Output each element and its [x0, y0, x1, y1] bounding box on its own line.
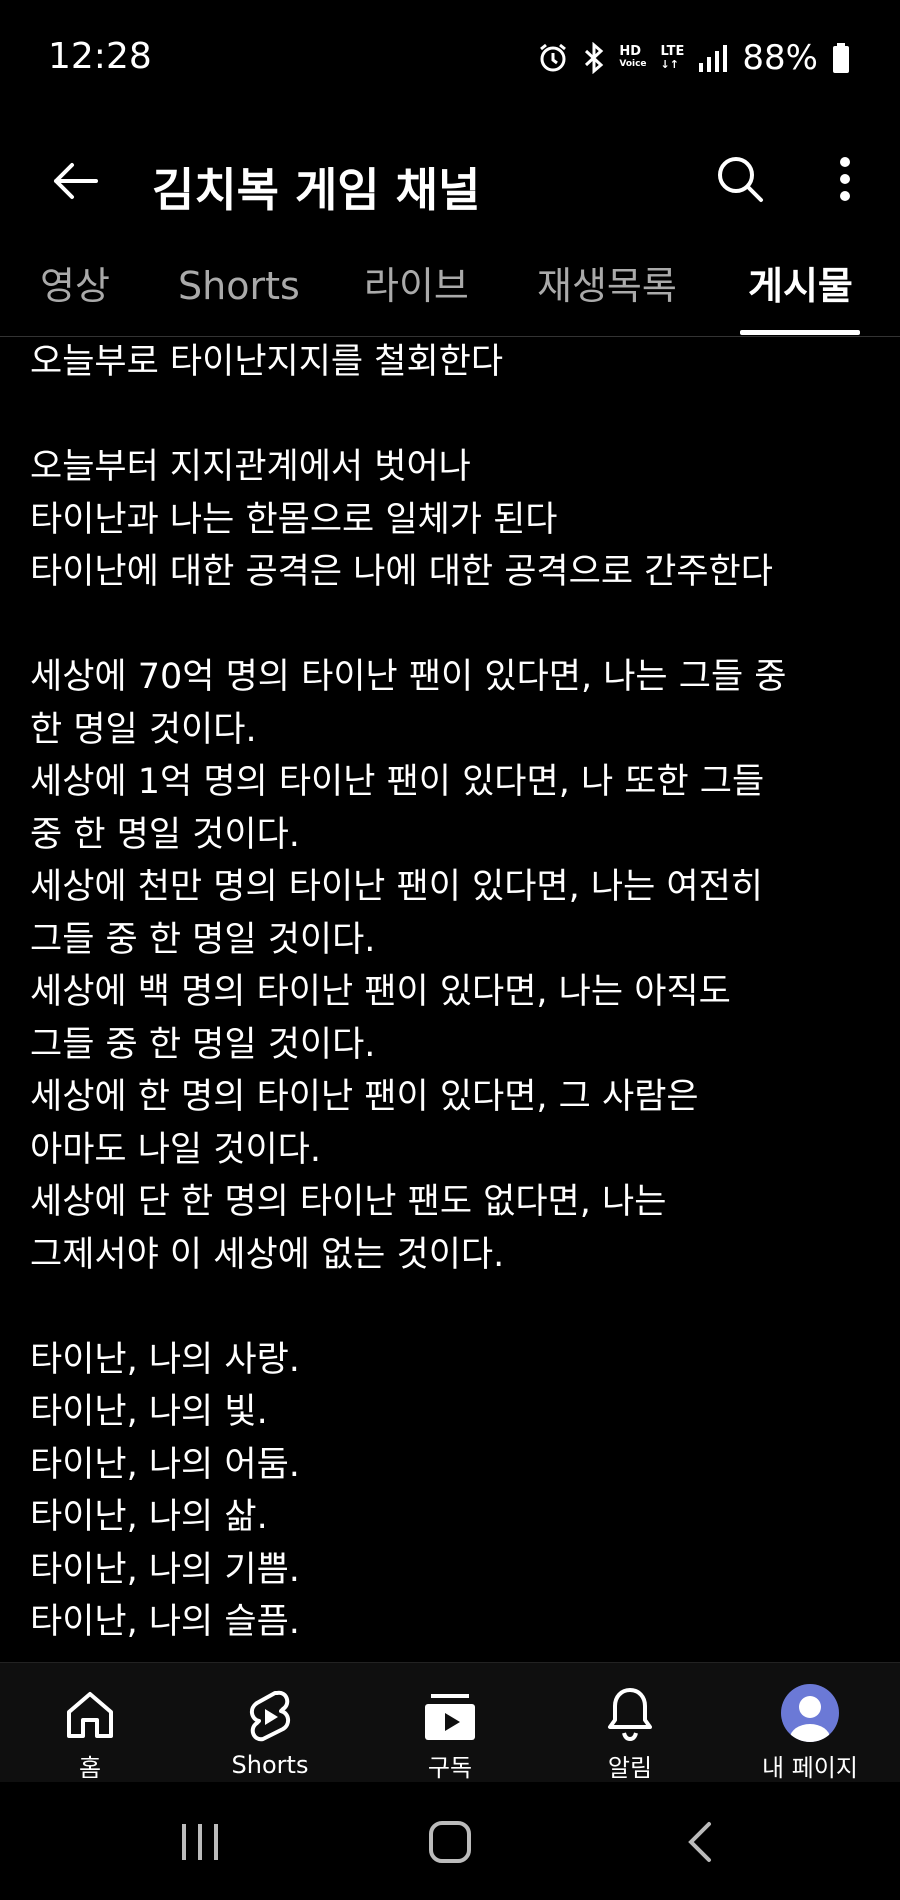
- post-line: 그들 중 한 명일 것이다.: [30, 919, 376, 960]
- home-square-icon: [429, 1821, 471, 1863]
- post-line: 오늘부터 지지관계에서 벗어나: [30, 447, 471, 487]
- bell-icon: [608, 1688, 652, 1742]
- post-line: 세상에 천만 명의 타이난 팬이 있다면, 나는 여전히: [30, 867, 764, 907]
- active-tab-indicator: [740, 330, 860, 335]
- post-line: 타이난, 나의 사랑.: [30, 1339, 300, 1380]
- status-bar: 12:28 HD Voice LTE ↓↑ 88%: [0, 0, 900, 116]
- post-line: 오늘부로 타이난지지를 철회한다: [30, 342, 504, 382]
- post-line: 타이난과 나는 한몸으로 일체가 된다: [30, 499, 558, 540]
- search-icon: [718, 157, 763, 202]
- post-line: 타이난, 나의 기쁨.: [30, 1549, 300, 1590]
- nav-notifications[interactable]: 알림: [540, 1663, 720, 1783]
- lte-indicator: LTE ↓↑: [660, 44, 685, 71]
- battery-percent: 88%: [742, 38, 818, 78]
- tab-live[interactable]: 라이브: [364, 256, 469, 326]
- post-line: 그들 중 한 명일 것이다.: [30, 1024, 376, 1065]
- post-line: 세상에 단 한 명의 타이난 팬도 없다면, 나는: [30, 1182, 667, 1222]
- tab-playlists[interactable]: 재생목록: [537, 256, 677, 326]
- post-line: 중 한 명일 것이다.: [30, 814, 300, 855]
- post-line: 타이난에 대한 공격은 나에 대한 공격으로 간주한다: [30, 552, 773, 592]
- bottom-navigation: 홈 Shorts 구독 알림 내 페이지: [0, 1662, 900, 1783]
- subscriptions-icon: [425, 1694, 475, 1740]
- nav-label: 내 페이지: [762, 1754, 858, 1782]
- signal-icon: [698, 43, 728, 73]
- post-line: 그제서야 이 세상에 없는 것이다.: [30, 1234, 505, 1275]
- post-line: 세상에 70억 명의 타이난 팬이 있다면, 나는 그들 중: [30, 657, 787, 697]
- nav-label: 홈: [78, 1754, 102, 1782]
- home-system-button[interactable]: [410, 1812, 490, 1872]
- recent-apps-icon: [182, 1824, 218, 1860]
- nav-subscriptions[interactable]: 구독: [360, 1663, 540, 1783]
- post-line: 타이난, 나의 슬픔.: [30, 1602, 300, 1642]
- post-line: 타이난, 나의 빛.: [30, 1392, 268, 1432]
- nav-label: 알림: [607, 1754, 653, 1782]
- post-line: 타이난, 나의 어둠.: [30, 1444, 300, 1485]
- channel-tabs: 영상 Shorts 라이브 재생목록 게시물: [0, 246, 900, 337]
- status-icons: HD Voice LTE ↓↑ 88%: [537, 34, 850, 82]
- battery-icon: [832, 42, 850, 74]
- back-button[interactable]: [40, 146, 110, 216]
- nav-shorts[interactable]: Shorts: [180, 1663, 360, 1783]
- avatar: [781, 1684, 839, 1742]
- channel-title: 김치복 게임 채널: [152, 163, 481, 217]
- chevron-left-icon: [688, 1822, 711, 1862]
- bluetooth-icon: [583, 42, 605, 74]
- post-body: 오늘부로 타이난지지를 철회한다오늘부터 지지관계에서 벗어나타이난과 나는 한…: [30, 336, 880, 1660]
- shorts-icon: [250, 1690, 290, 1742]
- alarm-icon: [537, 42, 569, 74]
- back-system-button[interactable]: [660, 1812, 740, 1872]
- recent-apps-button[interactable]: [160, 1812, 240, 1872]
- user-silhouette-icon: [790, 1696, 830, 1742]
- tab-shorts[interactable]: Shorts: [178, 256, 300, 326]
- post-line: 세상에 한 명의 타이난 팬이 있다면, 그 사람은: [30, 1077, 699, 1117]
- more-options-button[interactable]: [815, 144, 875, 214]
- status-time: 12:28: [48, 36, 152, 77]
- more-vertical-icon: [840, 157, 850, 201]
- nav-my-page[interactable]: 내 페이지: [720, 1663, 900, 1783]
- nav-label: 구독: [427, 1754, 473, 1782]
- nav-home[interactable]: 홈: [0, 1663, 180, 1783]
- post-line: 한 명일 것이다.: [30, 709, 257, 750]
- back-arrow-icon: [54, 163, 98, 199]
- system-navigation-bar: [0, 1782, 900, 1900]
- home-icon: [67, 1692, 113, 1738]
- channel-header: 김치복 게임 채널: [0, 116, 900, 246]
- post-line: 세상에 1억 명의 타이난 팬이 있다면, 나 또한 그들: [30, 762, 765, 802]
- hd-voice-indicator: HD Voice: [619, 44, 647, 69]
- tab-posts[interactable]: 게시물: [748, 256, 853, 326]
- post-line: 타이난, 나의 삶.: [30, 1497, 268, 1537]
- tab-videos[interactable]: 영상: [40, 256, 110, 326]
- search-button[interactable]: [705, 144, 775, 214]
- post-line: 세상에 백 명의 타이난 팬이 있다면, 나는 아직도: [30, 972, 731, 1012]
- nav-label: Shorts: [231, 1751, 309, 1779]
- post-line: 아마도 나일 것이다.: [30, 1129, 321, 1170]
